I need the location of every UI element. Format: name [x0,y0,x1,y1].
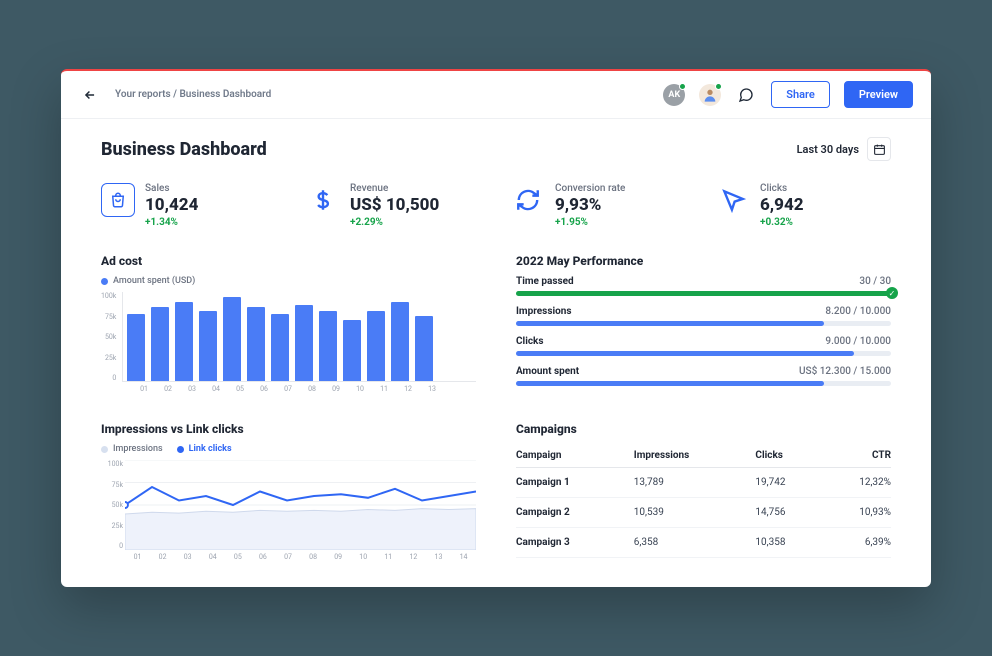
table-row[interactable]: Campaign 113,78919,74212,32% [516,468,891,498]
kpi-revenue: Revenue US$ 10,500 +2.29% [306,183,481,228]
progress-value: 30 / 30 [859,276,891,287]
table-row[interactable]: Campaign 36,35810,3586,39% [516,528,891,558]
panel-campaigns: Campaigns Campaign Impressions Clicks CT… [516,422,891,561]
progress-row: Time passed30 / 30✓ [516,276,891,296]
kpi-value: 10,424 [145,195,198,215]
progress-label: Clicks [516,336,544,347]
progress-value: 8.200 / 10.000 [825,306,891,317]
col-impressions: Impressions [634,444,756,468]
panel-title: 2022 May Performance [516,254,891,268]
panel-title: Ad cost [101,254,476,268]
bar [199,311,217,381]
title-bar: Business Dashboard Last 30 days [101,137,891,161]
col-clicks: Clicks [755,444,821,468]
progress-value: US$ 12.300 / 15.000 [799,366,891,377]
bar [319,311,337,381]
ad-cost-chart: 100k75k50k25k0 [101,292,476,382]
dashboard-window: Your reports / Business Dashboard AK Sha… [61,69,931,587]
kpi-value: US$ 10,500 [350,195,439,215]
legend-label: Amount spent (USD) [113,276,195,286]
impressions-clicks-chart: 100k75k50k25k0 0102030405060708091011121… [101,460,476,561]
kpi-delta: +2.29% [350,217,439,228]
calendar-icon [867,137,891,161]
date-range-picker[interactable]: Last 30 days [797,137,891,161]
kpi-delta: +1.34% [145,217,198,228]
kpi-row: Sales 10,424 +1.34% Revenue US$ 10,500 +… [101,183,891,228]
progress-label: Amount spent [516,366,579,377]
campaigns-table: Campaign Impressions Clicks CTR Campaign… [516,444,891,558]
progress-label: Time passed [516,276,574,287]
cursor-icon [716,183,750,217]
bar [295,305,313,381]
col-ctr: CTR [821,444,891,468]
content: Business Dashboard Last 30 days Sales 10… [61,119,931,587]
panel-title: Impressions vs Link clicks [101,422,476,436]
share-button[interactable]: Share [771,81,830,108]
kpi-value: 9,93% [555,195,625,215]
progress-row: Clicks 9.000 / 10.000 [516,336,891,356]
chat-icon [738,87,754,103]
refresh-icon [511,183,545,217]
topbar: Your reports / Business Dashboard AK Sha… [61,71,931,119]
bar [151,307,169,381]
legend-label: Impressions [113,444,163,454]
arrow-left-icon [83,88,97,102]
kpi-label: Clicks [760,183,804,194]
date-range-label: Last 30 days [797,143,859,156]
progress-row: Amount spent US$ 12.300 / 15.000 [516,366,891,386]
table-row[interactable]: Campaign 210,53914,75610,93% [516,498,891,528]
kpi-delta: +0.32% [760,217,804,228]
avatar-user[interactable] [699,84,721,106]
kpi-clicks: Clicks 6,942 +0.32% [716,183,891,228]
kpi-label: Revenue [350,183,439,194]
progress-label: Impressions [516,306,572,317]
bar [391,302,409,381]
bar [271,314,289,382]
kpi-conversion: Conversion rate 9,93% +1.95% [511,183,686,228]
bar [367,311,385,381]
bag-icon [101,183,135,217]
back-button[interactable] [79,84,101,106]
bar [343,320,361,381]
col-campaign: Campaign [516,444,634,468]
bar [175,302,193,381]
panel-impressions-vs-clicks: Impressions vs Link clicks Impressions L… [101,422,476,561]
breadcrumb[interactable]: Your reports / Business Dashboard [115,89,271,100]
dollar-icon [306,183,340,217]
panel-ad-cost: Ad cost Amount spent (USD) 100k75k50k25k… [101,254,476,396]
legend-label: Link clicks [189,444,232,454]
check-icon: ✓ [886,287,898,299]
preview-button[interactable]: Preview [844,81,913,108]
kpi-label: Sales [145,183,198,194]
bar [127,314,145,382]
progress-row: Impressions 8.200 / 10.000 [516,306,891,326]
page-title: Business Dashboard [101,139,267,160]
bar [247,307,265,381]
bar [223,297,241,381]
panel-title: Campaigns [516,422,891,436]
kpi-value: 6,942 [760,195,804,215]
panel-performance: 2022 May Performance Time passed30 / 30✓… [516,254,891,396]
progress-value: 9.000 / 10.000 [825,336,891,347]
avatar-ak[interactable]: AK [663,84,685,106]
bar [415,316,433,381]
kpi-delta: +1.95% [555,217,625,228]
kpi-label: Conversion rate [555,183,625,194]
kpi-sales: Sales 10,424 +1.34% [101,183,276,228]
comments-button[interactable] [735,84,757,106]
